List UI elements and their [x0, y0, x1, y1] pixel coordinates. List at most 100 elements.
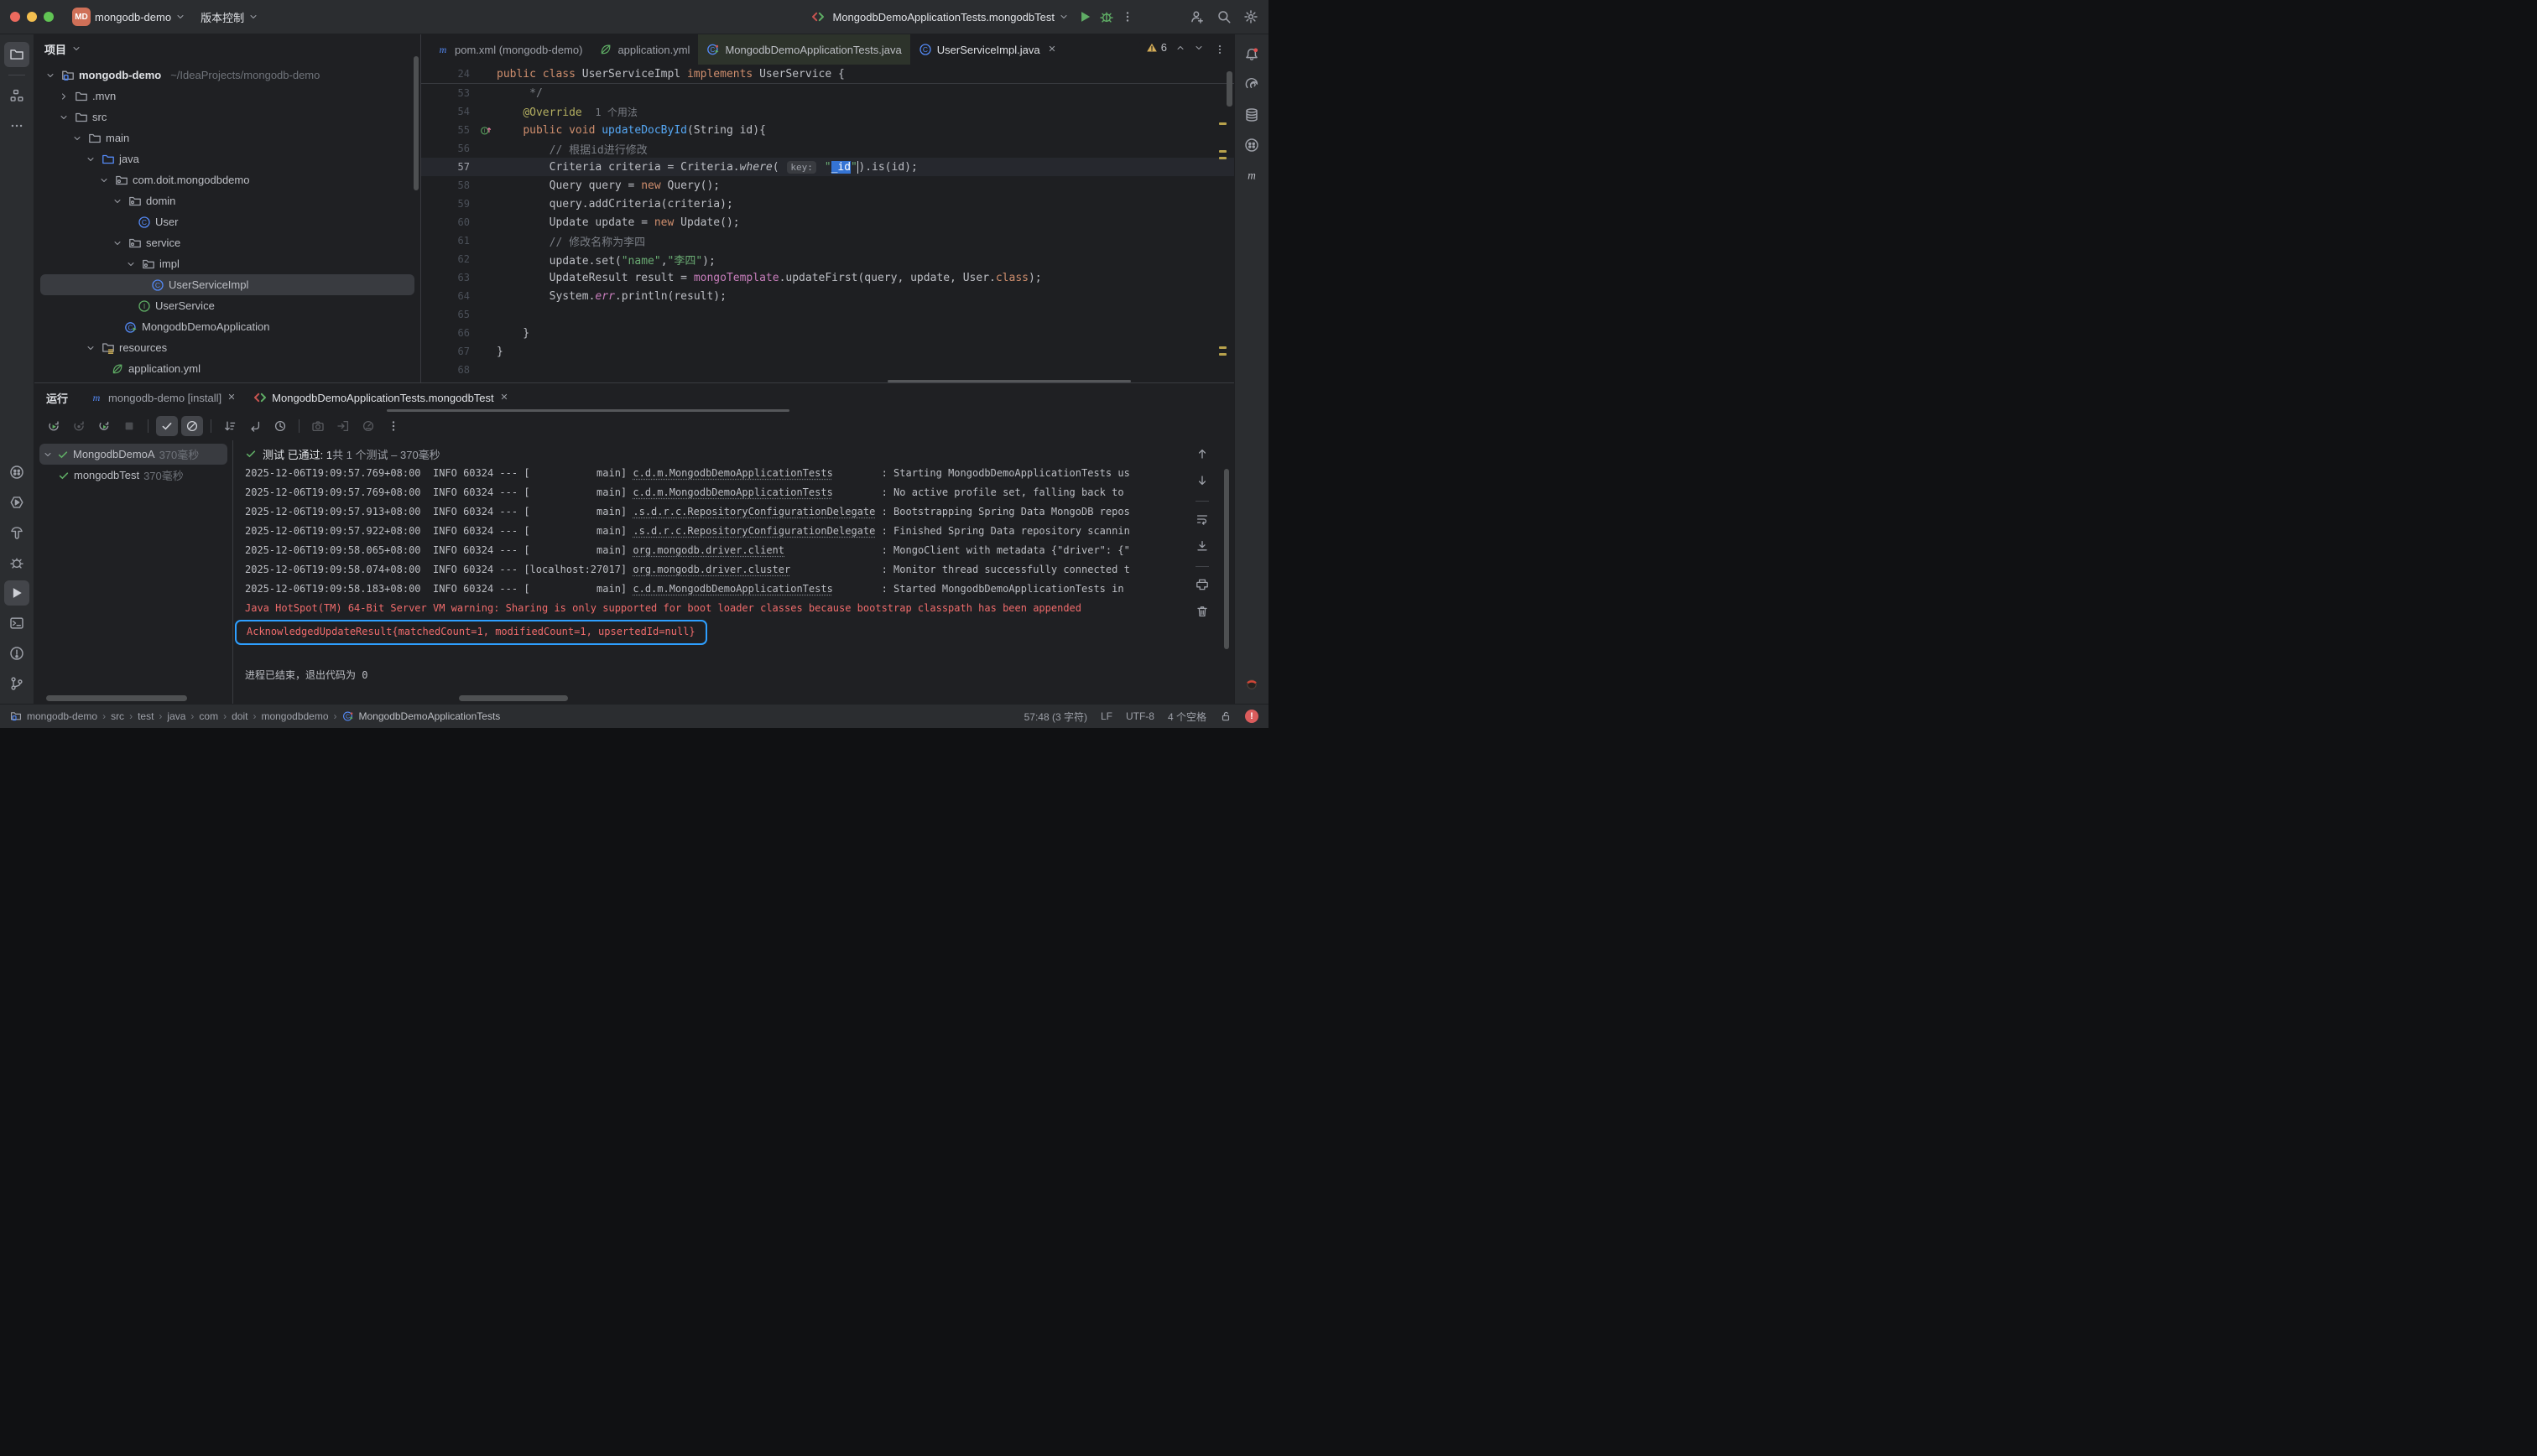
softwrap-button[interactable] — [1196, 512, 1209, 528]
console-hscrollbar[interactable] — [459, 695, 568, 701]
show-passed-button[interactable] — [156, 416, 178, 436]
scroll-up-button[interactable] — [1196, 447, 1209, 463]
export-tests-button[interactable] — [357, 416, 379, 436]
sort-duration-button[interactable] — [244, 416, 266, 436]
run-tab-mongodb-demo-install-[interactable]: mmongodb-demo [install] — [83, 387, 243, 408]
tool-stripe-project-folder-button[interactable] — [4, 42, 29, 67]
test-node-mongodbtest[interactable]: mongodbTest370毫秒 — [39, 465, 227, 486]
stop-button[interactable] — [118, 416, 140, 436]
show-ignored-button[interactable] — [181, 416, 203, 436]
caret-position-widget[interactable]: 57:48 (3 字符) — [1024, 710, 1087, 724]
tree-item-mongodbdemoapplication[interactable]: CMongodbDemoApplication — [40, 316, 414, 337]
rerun-auto-button[interactable] — [93, 416, 115, 436]
tool-stripe-circle-dots-button[interactable] — [4, 460, 29, 485]
import-tests-button[interactable] — [332, 416, 354, 436]
breadcrumb-item[interactable]: mongodb-demo — [27, 710, 97, 722]
tree-item-user[interactable]: CUser — [40, 211, 414, 232]
tree-item-application-yml[interactable]: application.yml — [40, 358, 414, 379]
scroll-end-button[interactable] — [1196, 539, 1209, 555]
scroll-down-button[interactable] — [1196, 474, 1209, 490]
project-widget[interactable]: MD mongodb-demo — [67, 4, 190, 29]
zoom-window-button[interactable] — [44, 12, 54, 22]
tree-item-java[interactable]: java — [40, 148, 414, 169]
run-console[interactable]: 测试 已通过: 1共 1 个测试 – 370毫秒 2025-12-06T19:0… — [233, 440, 1234, 704]
error-notification-badge[interactable]: ! — [1245, 710, 1258, 723]
tool-stripe-plugin-spider-button[interactable] — [1239, 671, 1264, 696]
close-tab-icon[interactable] — [1047, 44, 1057, 56]
tool-stripe-debug-button[interactable] — [4, 550, 29, 575]
breadcrumb-item[interactable]: doit — [232, 710, 247, 722]
tree-item-impl[interactable]: impl — [40, 253, 414, 274]
run-button[interactable] — [1077, 9, 1092, 24]
close-tab-icon[interactable] — [227, 392, 237, 404]
lock-icon[interactable] — [1220, 710, 1232, 722]
testtree-hscrollbar[interactable] — [46, 695, 187, 701]
close-window-button[interactable] — [10, 12, 20, 22]
encoding-widget[interactable]: UTF-8 — [1126, 710, 1154, 722]
print-button[interactable] — [1196, 578, 1209, 594]
search-everywhere-button[interactable] — [1216, 9, 1232, 24]
rerun-failed-button[interactable] — [68, 416, 90, 436]
tool-stripe-maven-button[interactable]: m — [1239, 163, 1264, 188]
breadcrumb-item[interactable]: mongodbdemo — [261, 710, 328, 722]
minimize-window-button[interactable] — [27, 12, 37, 22]
tree-item-resources[interactable]: resources — [40, 337, 414, 358]
prev-problem-button[interactable] — [1175, 43, 1185, 53]
rerun-button[interactable] — [43, 416, 65, 436]
tool-stripe-run-button[interactable] — [4, 580, 29, 606]
tree-item-src[interactable]: src — [40, 107, 414, 127]
run-tab-mongodbdemoapplicationtests-mongodbtest[interactable]: MongodbDemoApplicationTests.mongodbTest — [247, 387, 516, 408]
tool-stripe-ai-assistant-button[interactable] — [1239, 72, 1264, 97]
tool-stripe-notifications-button[interactable] — [1239, 42, 1264, 67]
tool-stripe-terminal-button[interactable] — [4, 611, 29, 636]
tree-item-userservice[interactable]: IUserService — [40, 295, 414, 316]
tool-stripe-structure-button[interactable] — [4, 83, 29, 108]
settings-button[interactable] — [1243, 9, 1258, 24]
console-scrollbar[interactable] — [1224, 469, 1229, 649]
tool-stripe-build-button[interactable] — [4, 520, 29, 545]
sort-alpha-button[interactable] — [219, 416, 241, 436]
editor-tab-userserviceimpl-java[interactable]: CUserServiceImpl.java — [910, 34, 1065, 65]
project-panel-header[interactable]: 项目 — [34, 34, 420, 63]
tool-stripe-more-tools-button[interactable] — [4, 113, 29, 138]
kebab-button[interactable] — [383, 416, 404, 436]
history-button[interactable] — [269, 416, 291, 436]
inspections-widget[interactable]: 6 — [1139, 39, 1211, 55]
kebab-icon[interactable] — [1214, 44, 1226, 55]
breadcrumb-item[interactable]: test — [138, 710, 154, 722]
editor-tab-application-yml[interactable]: application.yml — [591, 34, 698, 65]
tool-stripe-circle-dots-button[interactable] — [1239, 133, 1264, 158]
line-ending-widget[interactable]: LF — [1101, 710, 1112, 722]
breadcrumb-item[interactable]: src — [111, 710, 124, 722]
snapshot-camera-button[interactable] — [307, 416, 329, 436]
run-configuration-selector[interactable]: MongodbDemoApplicationTests.mongodbTest — [831, 9, 1071, 25]
vcs-widget[interactable]: 版本控制 — [195, 6, 263, 29]
tree-item-service[interactable]: service — [40, 232, 414, 253]
indent-widget[interactable]: 4 个空格 — [1168, 710, 1206, 724]
tool-stripe-vcs-branch-button[interactable] — [4, 671, 29, 696]
tool-stripe-services-button[interactable] — [4, 490, 29, 515]
tree-item-mongodb-demo[interactable]: mongodb-demo~/IdeaProjects/mongodb-demo — [40, 65, 414, 86]
more-run-options-button[interactable] — [1121, 10, 1134, 23]
tree-item-main[interactable]: main — [40, 127, 414, 148]
close-tab-icon[interactable] — [499, 392, 509, 404]
trash-button[interactable] — [1196, 605, 1209, 621]
project-scrollbar[interactable] — [414, 56, 419, 190]
tool-stripe-database-button[interactable] — [1239, 102, 1264, 127]
code-with-me-button[interactable] — [1190, 9, 1205, 24]
editor-tab-pom-xml-mongodb-demo-[interactable]: mpom.xml (mongodb-demo) — [428, 34, 591, 65]
tool-stripe-problems-button[interactable] — [4, 641, 29, 666]
test-node-mongodbdemoa[interactable]: MongodbDemoA370毫秒 — [39, 444, 227, 465]
breadcrumb-item[interactable]: MongodbDemoApplicationTests — [359, 710, 501, 722]
tree-item-userserviceimpl[interactable]: CUserServiceImpl — [40, 274, 414, 295]
runtab-scrollbar[interactable] — [387, 409, 789, 412]
editor-tab-mongodbdemoapplicationtests-java[interactable]: CMongodbDemoApplicationTests.java — [698, 34, 909, 65]
tree-item-domin[interactable]: domin — [40, 190, 414, 211]
next-problem-button[interactable] — [1194, 43, 1204, 53]
editor-scrollbar[interactable] — [1227, 71, 1232, 107]
breadcrumb-item[interactable]: java — [167, 710, 185, 722]
debug-button[interactable] — [1099, 9, 1114, 24]
tree-item-com-doit-mongodbdemo[interactable]: com.doit.mongodbdemo — [40, 169, 414, 190]
override-icon[interactable]: I — [480, 124, 492, 136]
code-editor[interactable]: 24public class UserServiceImpl implement… — [421, 65, 1234, 382]
